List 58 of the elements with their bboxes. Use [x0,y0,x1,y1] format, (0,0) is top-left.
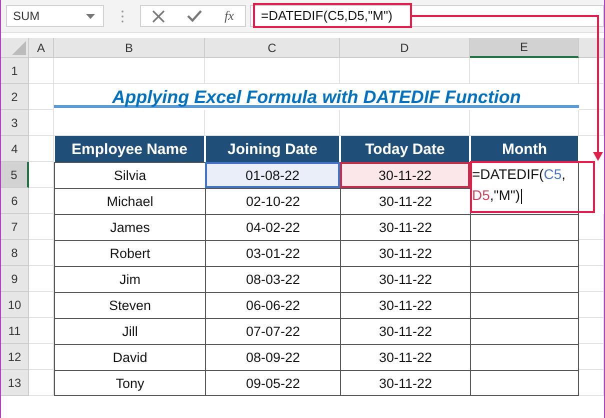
row-header[interactable]: 8 [1,240,29,266]
row-header[interactable]: 12 [1,344,29,370]
insert-function-button[interactable]: fx [224,8,234,24]
row-header[interactable]: 9 [1,266,29,292]
table-header-cell: Today Date [340,136,470,162]
table-header-cell: Employee Name [54,136,205,162]
table-cell: David [54,344,205,370]
table-cell: Tony [54,370,205,396]
table-cell: 06-06-22 [205,292,340,318]
row-header[interactable]: 6 [1,188,29,214]
table-header-cell: Joining Date [205,136,340,162]
table-cell: 04-02-22 [205,214,340,240]
row-header[interactable]: 1 [1,58,29,84]
column-header[interactable]: A [29,38,54,58]
table-cell: James [54,214,205,240]
table-cell: 30-11-22 [340,292,470,318]
table-cell: Jim [54,266,205,292]
table-cell: 01-08-22 [205,162,340,188]
column-header[interactable]: E [470,38,579,58]
table-cell: Silvia [54,162,205,188]
table-cell: 09-05-22 [205,370,340,396]
name-box[interactable]: SUM [6,5,104,27]
column-header[interactable]: C [205,38,340,58]
cell-editor[interactable]: =DATEDIF(C5, D5,"M") [470,162,579,214]
table-cell: 30-11-22 [340,188,470,214]
row-header[interactable]: 4 [1,136,29,162]
table-cell: 07-07-22 [205,318,340,344]
row-header[interactable]: 10 [1,292,29,318]
table-cell: 30-11-22 [340,240,470,266]
column-header[interactable]: D [340,38,470,58]
select-all-icon[interactable] [12,41,26,55]
table-cell: 30-11-22 [340,318,470,344]
table-cell: 02-10-22 [205,188,340,214]
caret-icon [86,14,95,18]
row-header[interactable]: 5 [1,162,29,188]
table-header-cell: Month [470,136,579,162]
table-cell: 30-11-22 [340,370,470,396]
table-cell: Robert [54,240,205,266]
row-header[interactable]: 2 [1,84,29,110]
table-cell: 03-01-22 [205,240,340,266]
column-header[interactable] [579,38,604,58]
column-header[interactable]: B [54,38,205,58]
formula-field[interactable]: =DATEDIF(C5,D5,"M") [250,5,604,27]
table-cell: Jill [54,318,205,344]
row-header[interactable]: 7 [1,214,29,240]
table-cell: 30-11-22 [340,162,470,188]
table-cell: Steven [54,292,205,318]
table-cell: 08-09-22 [205,344,340,370]
cancel-icon[interactable] [152,10,166,22]
enter-icon[interactable] [187,10,202,22]
row-header[interactable]: 11 [1,318,29,344]
row-header[interactable]: 13 [1,370,29,396]
table-cell: Michael [54,188,205,214]
table-cell: 30-11-22 [340,214,470,240]
table-cell: 30-11-22 [340,266,470,292]
table-cell: 30-11-22 [340,344,470,370]
table-cell: 08-03-22 [205,266,340,292]
row-header[interactable]: 3 [1,110,29,136]
